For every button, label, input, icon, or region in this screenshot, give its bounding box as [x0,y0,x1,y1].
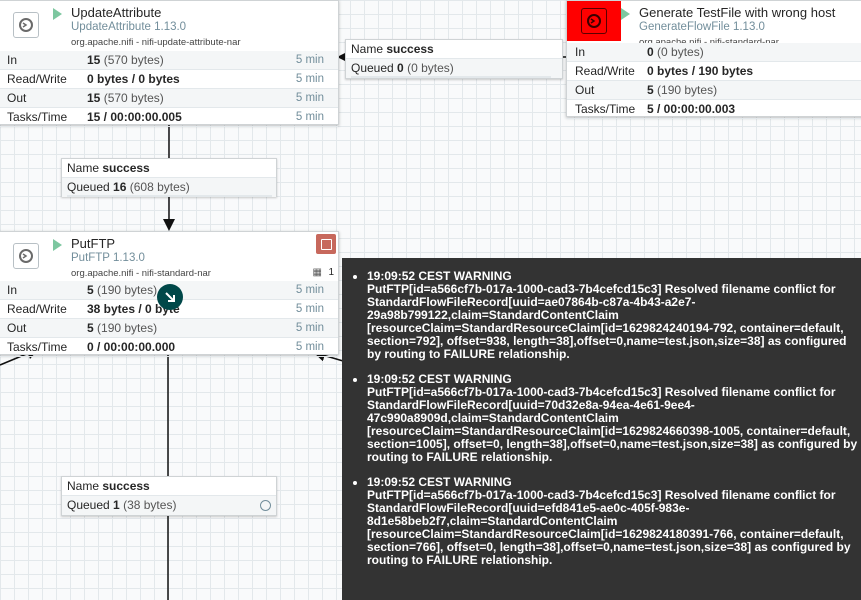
processor-name: PutFTP [71,236,116,251]
processor-bundle: org.apache.nifi - nifi-standard-nar [71,268,211,279]
bulletin-item: 19:09:52 CEST WARNING PutFTP[id=a566cf7b… [367,476,861,567]
connection-bottom[interactable]: Name success Queued 1 (38 bytes) [61,476,277,516]
processor-type: GenerateFlowFile 1.13.0 [639,21,765,33]
processor-icon-box [0,232,53,280]
processor-bundle: org.apache.nifi - nifi-update-attribute-… [71,37,241,48]
connection-top[interactable]: Name success Queued 0 (0 bytes) [345,39,563,79]
active-tasks-count: 1 [328,267,334,278]
active-tasks-icon: ▦ [312,267,322,278]
processor-generate-testfile[interactable]: Generate TestFile with wrong host Genera… [566,0,861,119]
bulletin-tooltip: 19:09:52 CEST WARNING PutFTP[id=a566cf7b… [342,258,861,600]
bulletin-item: 19:09:52 CEST WARNING PutFTP[id=a566cf7b… [367,270,861,361]
running-icon [53,239,62,251]
connection-middle[interactable]: Name success Queued 16 (608 bytes) [61,158,277,197]
running-icon [53,8,62,20]
processor-name: Generate TestFile with wrong host [639,5,836,20]
processor-error-icon-box [567,1,621,41]
processor-icon [13,12,39,38]
cursor-arrow-icon [157,284,183,310]
processor-update-attribute[interactable]: UpdateAttribute UpdateAttribute 1.13.0 o… [0,0,339,127]
bulletin-indicator-icon[interactable] [316,234,336,254]
processor-icon [13,243,39,269]
processor-icon-box [0,1,53,49]
processor-type: UpdateAttribute 1.13.0 [71,21,187,33]
processor-icon [581,8,607,34]
processor-type: PutFTP 1.13.0 [71,252,145,264]
processor-stats: In 15 (570 bytes) 5 min Read/Write 0 bytes … [0,51,338,127]
bulletin-item: 19:09:52 CEST WARNING PutFTP[id=a566cf7b… [367,373,861,464]
processor-name: UpdateAttribute [71,5,162,20]
running-icon [621,8,630,20]
processor-stats: In 0 (0 bytes) Read/Write 0 bytes / 190 by… [567,43,861,119]
expiration-icon [260,500,271,511]
